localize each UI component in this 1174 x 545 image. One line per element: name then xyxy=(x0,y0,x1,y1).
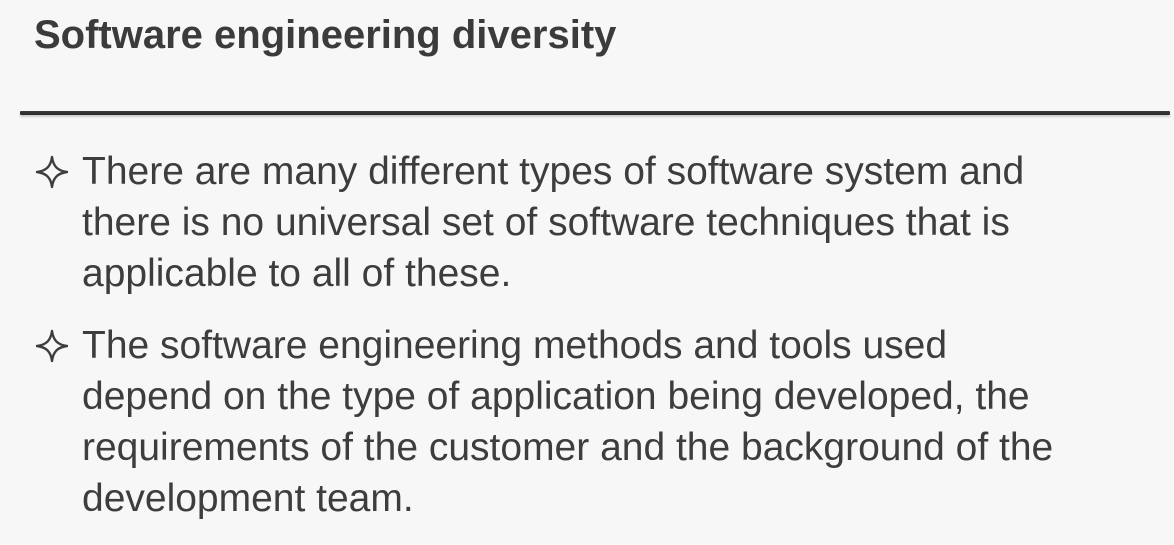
bullet-item: The software engineering methods and too… xyxy=(34,320,1159,524)
bullet-item: There are many different types of softwa… xyxy=(34,146,1159,299)
slide-title: Software engineering diversity xyxy=(34,13,617,57)
slide: Software engineering diversity There are… xyxy=(0,0,1174,529)
four-point-star-outline-icon xyxy=(34,146,82,198)
bullet-text: The software engineering methods and too… xyxy=(82,324,1054,520)
title-divider xyxy=(20,111,1170,115)
bullet-list: There are many different types of softwa… xyxy=(34,146,1159,545)
bullet-text: There are many different types of softwa… xyxy=(82,150,1025,295)
four-point-star-outline-icon xyxy=(34,320,82,372)
